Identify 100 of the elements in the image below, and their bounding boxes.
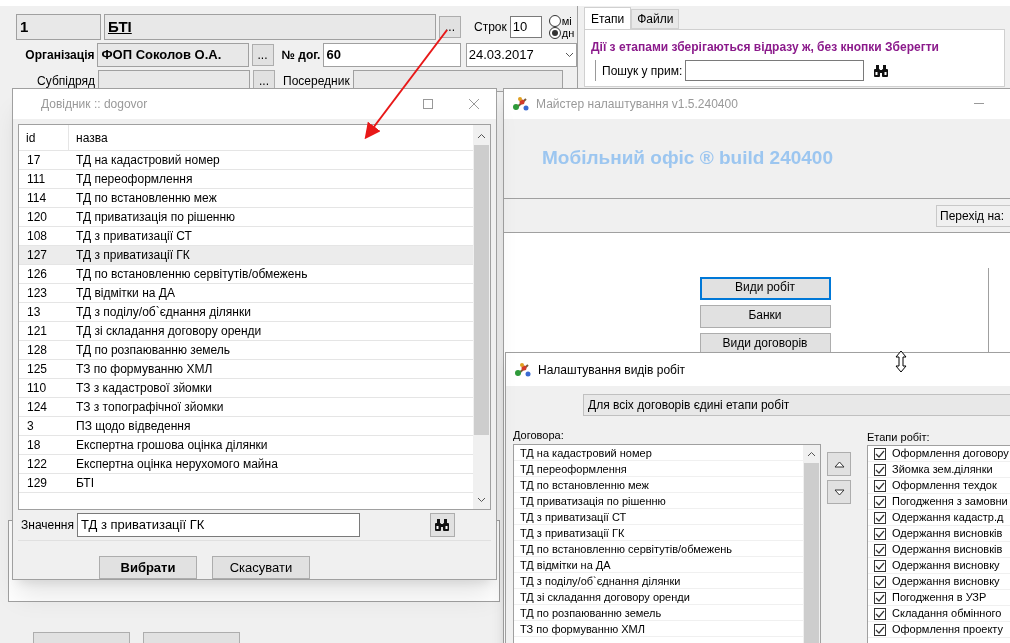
close-icon[interactable] — [469, 99, 479, 109]
contract-item[interactable]: ТД переоформлення — [514, 461, 803, 477]
stage-checkbox[interactable] — [874, 479, 886, 492]
stage-label: Погодження в УЗР — [892, 590, 987, 606]
jump-to-field[interactable]: Перехід на: — [936, 204, 1010, 227]
wizard-button[interactable]: Банки — [699, 305, 831, 328]
stage-checkbox[interactable] — [874, 591, 886, 604]
id-cell-text: 3 — [26, 418, 35, 435]
id-cell-text: 126 — [26, 266, 49, 283]
name-cell-text: ТД по розпаюванню земель — [75, 342, 231, 359]
table-row[interactable]: 110 ТЗ з кадастрової зйомки — [19, 379, 473, 398]
id-cell-text: 122 — [26, 456, 49, 473]
browse-button[interactable]: ... — [251, 44, 274, 66]
wizard-button[interactable]: Види робіт — [699, 277, 831, 300]
name-cell-text: ТЗ з кадастрової зйомки — [75, 380, 212, 397]
id-cell-text: 120 — [26, 209, 49, 226]
stage-label: Оформлення договору — [892, 446, 1009, 462]
date-field[interactable]: 24.03.2017 — [465, 43, 577, 67]
stage-label: Зйомка зем.ділянки — [892, 462, 993, 478]
window-title: Довідник :: dogovor — [41, 96, 148, 113]
notice-text: Дії з етапами зберігаються відразу ж, без кнопки Зберегти — [591, 39, 940, 56]
mode-field[interactable]: Для всіх договорів єдині етапи робіт — [583, 394, 1010, 416]
scrollbar[interactable] — [473, 125, 490, 509]
contract-item[interactable]: ТД з поділу/об`єднання ділянки — [514, 573, 803, 589]
stage-checkbox[interactable] — [874, 527, 886, 540]
dialog-button[interactable]: Вибрати — [99, 556, 197, 579]
name-cell-text: Експертна оцінка нерухомого майна — [75, 456, 278, 473]
name-cell-text: ТД приватизація по рішенню — [75, 209, 236, 226]
tab[interactable]: Файли — [631, 9, 680, 29]
scroll-up-icon[interactable] — [477, 133, 486, 139]
name-cell-text: Експертна грошова оцінка ділянки — [75, 437, 268, 454]
stage-label: Одержання висновків — [892, 526, 1003, 542]
id-cell-text: 13 — [26, 304, 42, 321]
contract-field[interactable]: 60 — [322, 43, 461, 67]
table-row[interactable]: 13 ТД з поділу/об`єднання ділянки — [19, 303, 473, 322]
id-cell-text: 129 — [26, 475, 49, 492]
organization-field[interactable]: ФОП Соколов О.А. — [97, 43, 249, 67]
contract-item[interactable]: ТД по встановленню сервітутів/обмежень — [514, 541, 803, 557]
stage-checkbox[interactable] — [874, 543, 886, 556]
search-button[interactable] — [429, 512, 455, 537]
contract-item[interactable]: ТЗ по формуванню ХМЛ — [514, 621, 803, 637]
column-header[interactable]: id — [19, 125, 69, 150]
subcontract-label: Субпідряд — [36, 73, 95, 90]
search-field[interactable] — [685, 60, 865, 81]
stage-checkbox[interactable] — [874, 495, 886, 508]
name-cell-text: ПЗ щодо відведення — [75, 418, 191, 435]
stage-checkbox[interactable] — [874, 447, 886, 460]
stage-checkbox[interactable] — [874, 511, 886, 524]
id-cell-text: 108 — [26, 228, 49, 245]
table-row[interactable]: 17 ТД на кадастровий номер — [19, 151, 473, 170]
move-up-button[interactable] — [827, 452, 851, 476]
move-down-button[interactable] — [827, 480, 851, 504]
stage-label: Складання обмінного — [892, 606, 1002, 622]
contract-item[interactable]: ТД по розпаюванню земель — [514, 605, 803, 621]
name-cell-text: ТД на кадастровий номер — [75, 152, 220, 169]
contract-item[interactable]: ТД по встановленню меж — [514, 477, 803, 493]
window-title: Майстер налаштування v1.5.240400 — [536, 96, 738, 113]
scroll-up-icon[interactable] — [807, 451, 816, 457]
radio-button[interactable] — [548, 15, 561, 27]
maximize-icon[interactable] — [423, 99, 433, 109]
stage-checkbox[interactable] — [874, 463, 886, 476]
stage-checkbox[interactable] — [874, 559, 886, 572]
scrollbar[interactable] — [803, 445, 820, 643]
browse-button[interactable]: ... — [439, 16, 461, 38]
contract-item[interactable]: ТД зі складання договору оренди — [514, 589, 803, 605]
id-cell-text: 127 — [26, 247, 49, 264]
tab[interactable]: Етапи — [584, 7, 632, 29]
scroll-down-icon[interactable] — [477, 496, 486, 503]
contract-item[interactable]: ТД відмітки на ДА — [514, 557, 803, 573]
contract-item[interactable]: ТД з приватизації СТ — [514, 509, 803, 525]
name-field[interactable]: БТІ — [104, 14, 436, 40]
contract-item[interactable]: ТД приватизація по рішенню — [514, 493, 803, 509]
contract-item[interactable]: ТД на кадастровий номер — [514, 445, 803, 461]
radio-button[interactable] — [548, 27, 561, 39]
app-icon — [512, 96, 530, 112]
contract-label: № дог. — [281, 47, 320, 64]
stage-label: Оформлення техдок — [892, 478, 997, 494]
id-cell-text: 123 — [26, 285, 49, 302]
table-row[interactable]: 127 ТД з приватизації ГК — [19, 246, 473, 265]
radio-label: дн — [561, 27, 575, 39]
name-cell-text: ТД відмітки на ДА — [75, 285, 175, 302]
stage-label: Оформлення проекту — [892, 622, 1003, 638]
search-label: Пошук у прим: — [602, 62, 683, 80]
name-cell-text: БТІ — [75, 475, 94, 492]
table-row[interactable]: 122 Експертна оцінка нерухомого майна — [19, 455, 473, 474]
value-field[interactable]: ТД з приватизації ГК — [76, 512, 360, 537]
name-cell-text: ТД по встановленню сервітутів/обмежень — [75, 266, 308, 283]
dialog-button[interactable]: Скасувати — [212, 556, 310, 579]
table-row[interactable]: 124 ТЗ з топографічної зйомки — [19, 398, 473, 417]
window-title: Налаштування видів робіт — [538, 361, 686, 379]
table-row[interactable]: 126 ТД по встановленню сервітутів/обмежень — [19, 265, 473, 284]
stage-checkbox[interactable] — [874, 607, 886, 620]
term-field[interactable]: 10 — [509, 16, 542, 38]
column-header[interactable]: назва — [69, 128, 108, 147]
contract-item[interactable]: ТД з приватизації ГК — [514, 525, 803, 541]
stage-checkbox[interactable] — [874, 623, 886, 636]
stage-checkbox[interactable] — [874, 575, 886, 588]
minimize-icon[interactable] — [974, 103, 984, 105]
number-field[interactable]: 1 — [16, 14, 101, 40]
radio-label: мі — [561, 15, 572, 27]
